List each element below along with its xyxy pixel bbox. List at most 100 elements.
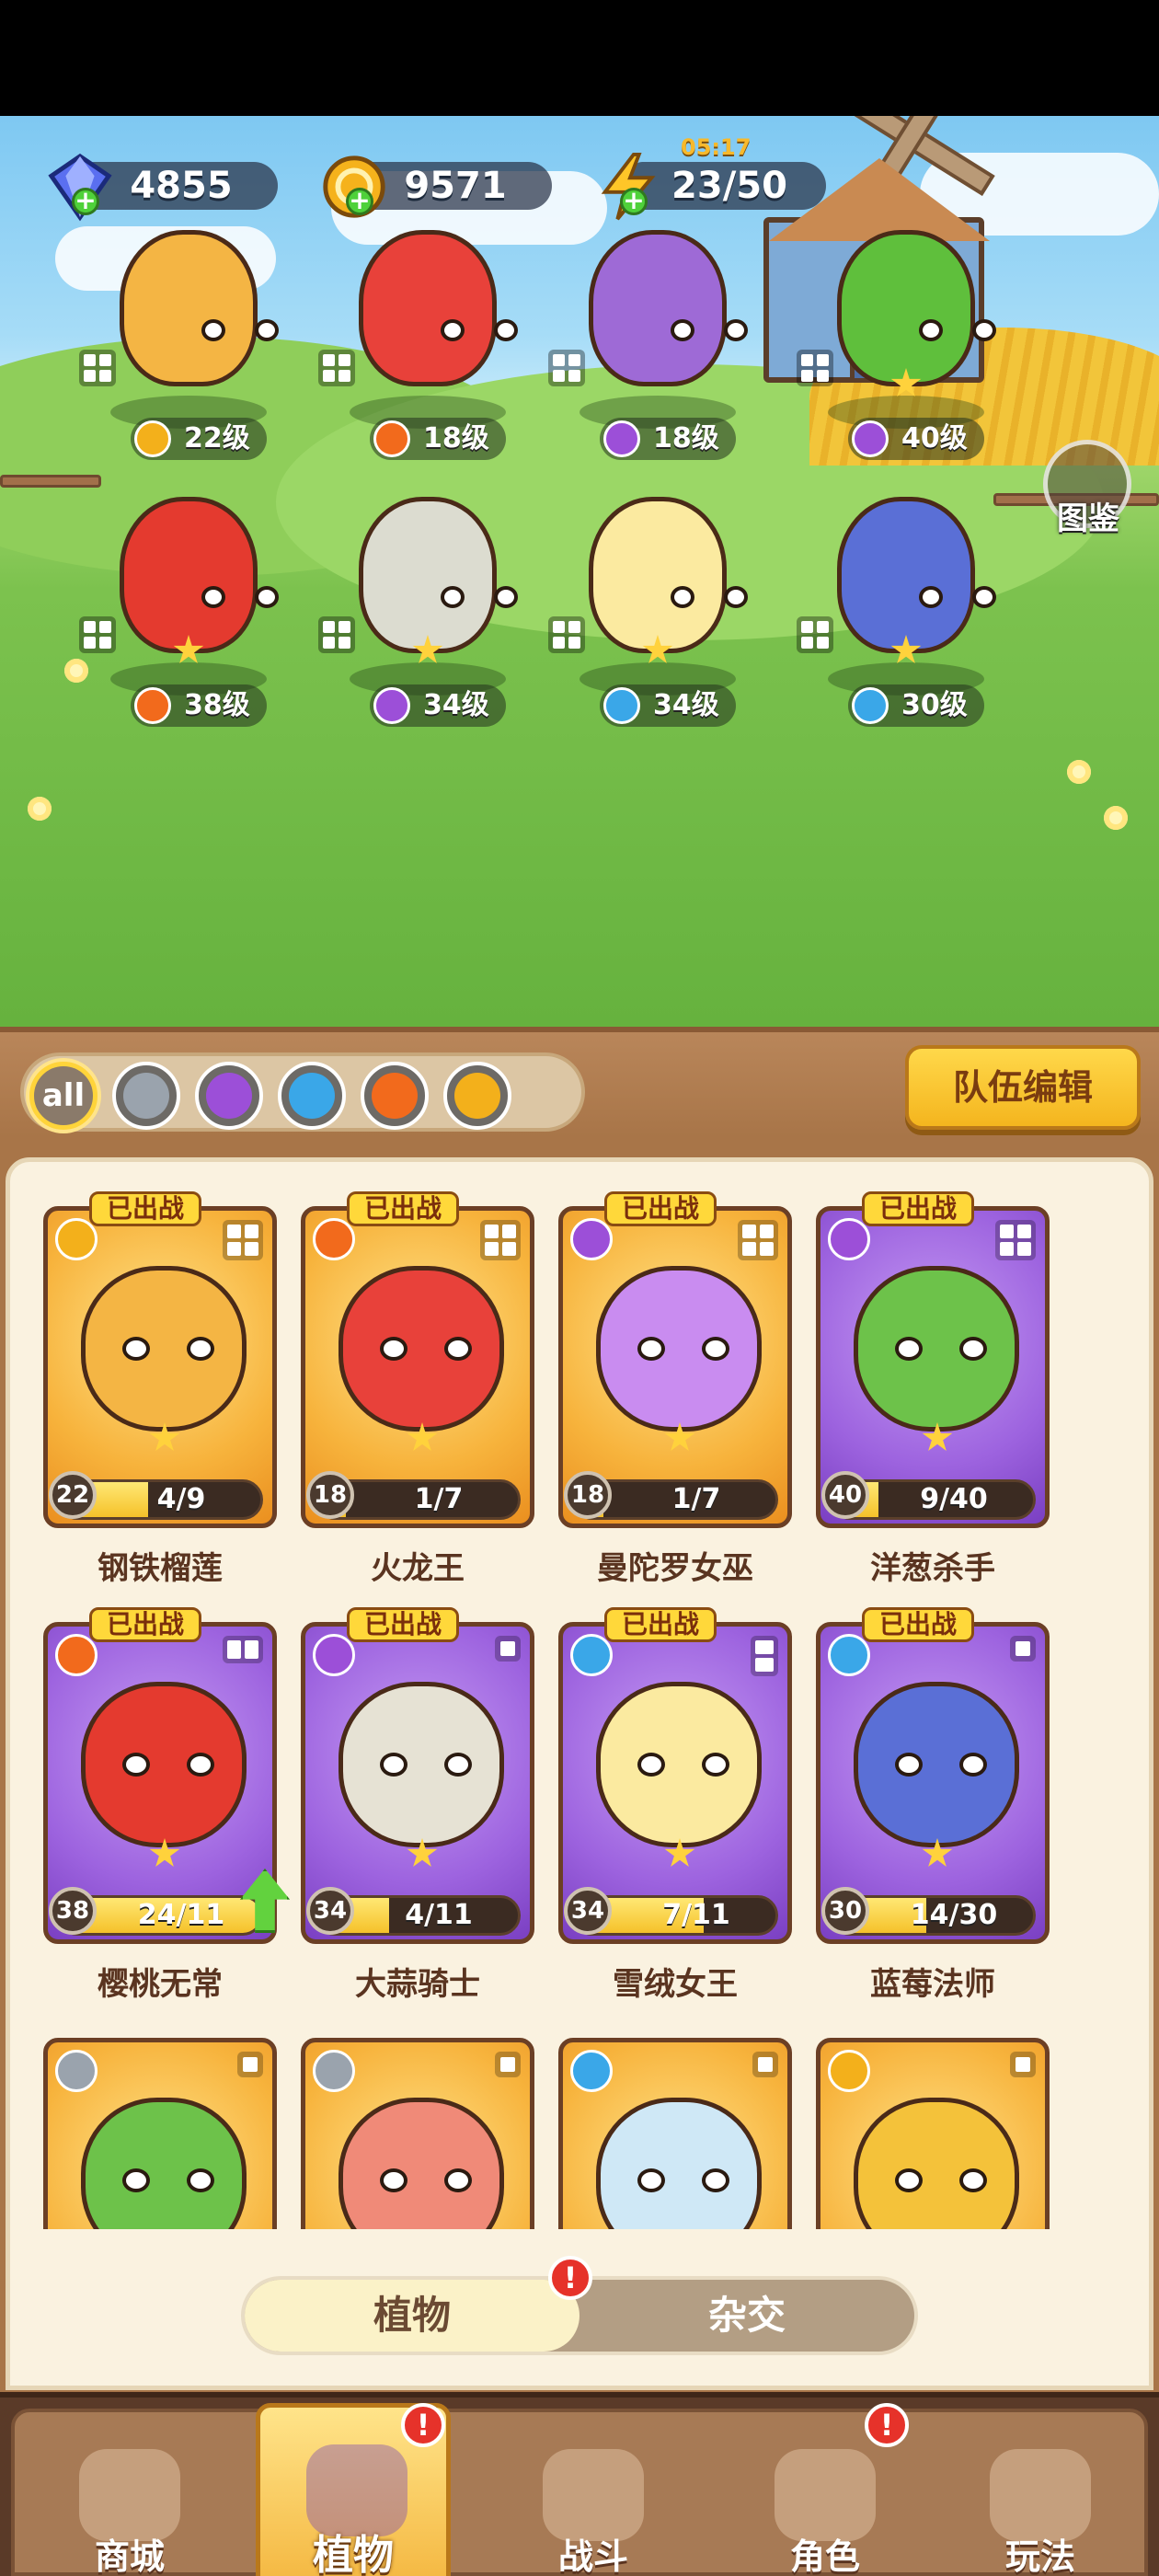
nav-play[interactable]: 玩法 (925, 2412, 1155, 2576)
plant-portrait (81, 1682, 247, 1847)
nav-role[interactable]: 角色 (710, 2412, 940, 2576)
nav-battle-label: 战斗 (557, 2536, 628, 2576)
character-sprite (120, 230, 279, 386)
gem-counter[interactable]: + 4855 (48, 153, 278, 222)
water-icon (603, 687, 640, 724)
energy-value: 23/50 (671, 165, 787, 207)
card-level: 40 (821, 1471, 869, 1519)
field-character[interactable]: 18级 (543, 212, 773, 460)
fragment-count: 9/40 (920, 1483, 988, 1515)
deployed-tag: 已出战 (862, 1607, 975, 1642)
plant-portrait (81, 1266, 247, 1432)
energy-counter[interactable]: + 23/50 (601, 152, 826, 221)
card-level: 38 (49, 1887, 97, 1935)
field-character[interactable]: 22级 (74, 212, 304, 460)
plant-card[interactable]: 1/7 18 已出战 曼陀罗女巫 (558, 1191, 792, 1587)
plant-portrait (596, 1266, 762, 1432)
tab-plants-label[interactable]: 植物 (245, 2280, 580, 2352)
deployed-tag: 已出战 (604, 1607, 717, 1642)
lightning-icon (454, 1073, 500, 1119)
field-character[interactable]: 34级 (313, 478, 543, 727)
grid-icon (223, 1220, 263, 1260)
nav-plants-label: 植物 (313, 2532, 394, 2576)
nav-role-label: 角色 (789, 2536, 860, 2576)
team-edit-button[interactable]: 队伍编辑 (905, 1045, 1141, 1130)
poison-icon (373, 687, 410, 724)
card-level: 18 (306, 1471, 354, 1519)
deployed-tag: 已出战 (862, 1191, 975, 1226)
plant-card[interactable]: 4/9 22 已出战 钢铁榴莲 (43, 1191, 277, 1587)
flower (28, 797, 52, 821)
plant-card[interactable] (816, 2038, 1050, 2229)
water-icon (570, 2050, 613, 2092)
fragment-count: 1/7 (671, 1483, 721, 1515)
poison-icon (828, 1218, 870, 1260)
field-character[interactable]: 40级 (791, 212, 1021, 460)
nav-shop-label: 商城 (94, 2536, 165, 2576)
deployed-tag: 已出战 (604, 1191, 717, 1226)
plant-portrait (854, 2098, 1019, 2229)
bottom-nav: 商城 植物 战斗 角色 玩法 (0, 2392, 1159, 2576)
plant-card[interactable] (558, 2038, 792, 2229)
filter-poison-button[interactable] (195, 1062, 263, 1130)
character-sprite (359, 230, 518, 386)
grid-icon (1010, 2052, 1036, 2077)
sword-icon (55, 2050, 98, 2092)
card-frame (558, 2038, 792, 2229)
plant-card[interactable]: 1/7 18 已出战 火龙王 (301, 1191, 534, 1587)
level-text: 38级 (184, 689, 250, 721)
card-grid[interactable]: 4/9 22 已出战 钢铁榴莲 1/7 18 已出战 火龙王 1/7 18 已出战 曼陀罗女巫 9/40… (10, 1162, 1149, 2229)
atlas-label: 图鉴 (1057, 500, 1119, 537)
level-text: 18级 (423, 422, 489, 454)
grid-icon (223, 1636, 263, 1663)
energy-timer: 05:17 (681, 134, 752, 160)
plant-card[interactable] (43, 2038, 277, 2229)
field-character[interactable]: 38级 (74, 478, 304, 727)
nav-battle[interactable]: 战斗 (478, 2412, 708, 2576)
plant-card[interactable]: 14/30 30 已出战 蓝莓法师 (816, 1607, 1050, 2003)
lightning-icon (828, 2050, 870, 2092)
filter-lightning-button[interactable] (443, 1062, 511, 1130)
filter-water-button[interactable] (278, 1062, 346, 1130)
plant-portrait (596, 1682, 762, 1847)
poison-icon (570, 1218, 613, 1260)
gem-value: 4855 (130, 165, 233, 207)
character-sprite (120, 497, 279, 653)
plant-portrait (854, 1266, 1019, 1432)
field-character[interactable]: 18级 (313, 212, 543, 460)
plant-portrait (596, 2098, 762, 2229)
plant-card[interactable]: 4/11 34 已出战 大蒜骑士 (301, 1607, 534, 2003)
plant-card[interactable]: 24/11 38 已出战 樱桃无常 (43, 1607, 290, 2003)
level-tag: 22级 (131, 418, 267, 460)
plant-name: 樱桃无常 (98, 1966, 223, 2003)
nav-shop[interactable]: 商城 (15, 2412, 245, 2576)
atlas-button[interactable]: 图鉴 (1039, 440, 1137, 541)
tab-hybrid-label[interactable]: 杂交 (580, 2280, 914, 2352)
level-text: 22级 (184, 422, 250, 454)
field-character[interactable]: 34级 (543, 478, 773, 727)
card-level: 22 (49, 1471, 97, 1519)
grid-icon (548, 350, 585, 386)
grid-icon (797, 350, 833, 386)
plant-card[interactable] (301, 2038, 534, 2229)
grid-icon (237, 2052, 263, 2077)
poison-icon (313, 1634, 355, 1676)
card-frame (301, 2038, 534, 2229)
water-icon (852, 687, 889, 724)
field-character[interactable]: 30级 (791, 478, 1021, 727)
plant-portrait (339, 1266, 504, 1432)
filter-all-button[interactable]: all (29, 1062, 98, 1130)
plant-card[interactable]: 9/40 40 已出战 洋葱杀手 (816, 1191, 1050, 1587)
level-text: 34级 (653, 689, 719, 721)
card-panel-frame: 4/9 22 已出战 钢铁榴莲 1/7 18 已出战 火龙王 1/7 18 已出战 曼陀罗女巫 9/40… (0, 1137, 1159, 2392)
plant-portrait (854, 1682, 1019, 1847)
filter-fire-button[interactable] (361, 1062, 429, 1130)
plant-portrait (81, 2098, 247, 2229)
plant-card[interactable]: 7/11 34 已出战 雪绒女王 (558, 1607, 792, 2003)
plant-name: 曼陀罗女巫 (597, 1550, 753, 1587)
element-filter-group: all (20, 1052, 585, 1132)
filter-sword-button[interactable] (112, 1062, 180, 1130)
coin-counter[interactable]: + 9571 (323, 155, 552, 218)
level-tag: 40级 (848, 418, 984, 460)
fire-icon (134, 687, 171, 724)
